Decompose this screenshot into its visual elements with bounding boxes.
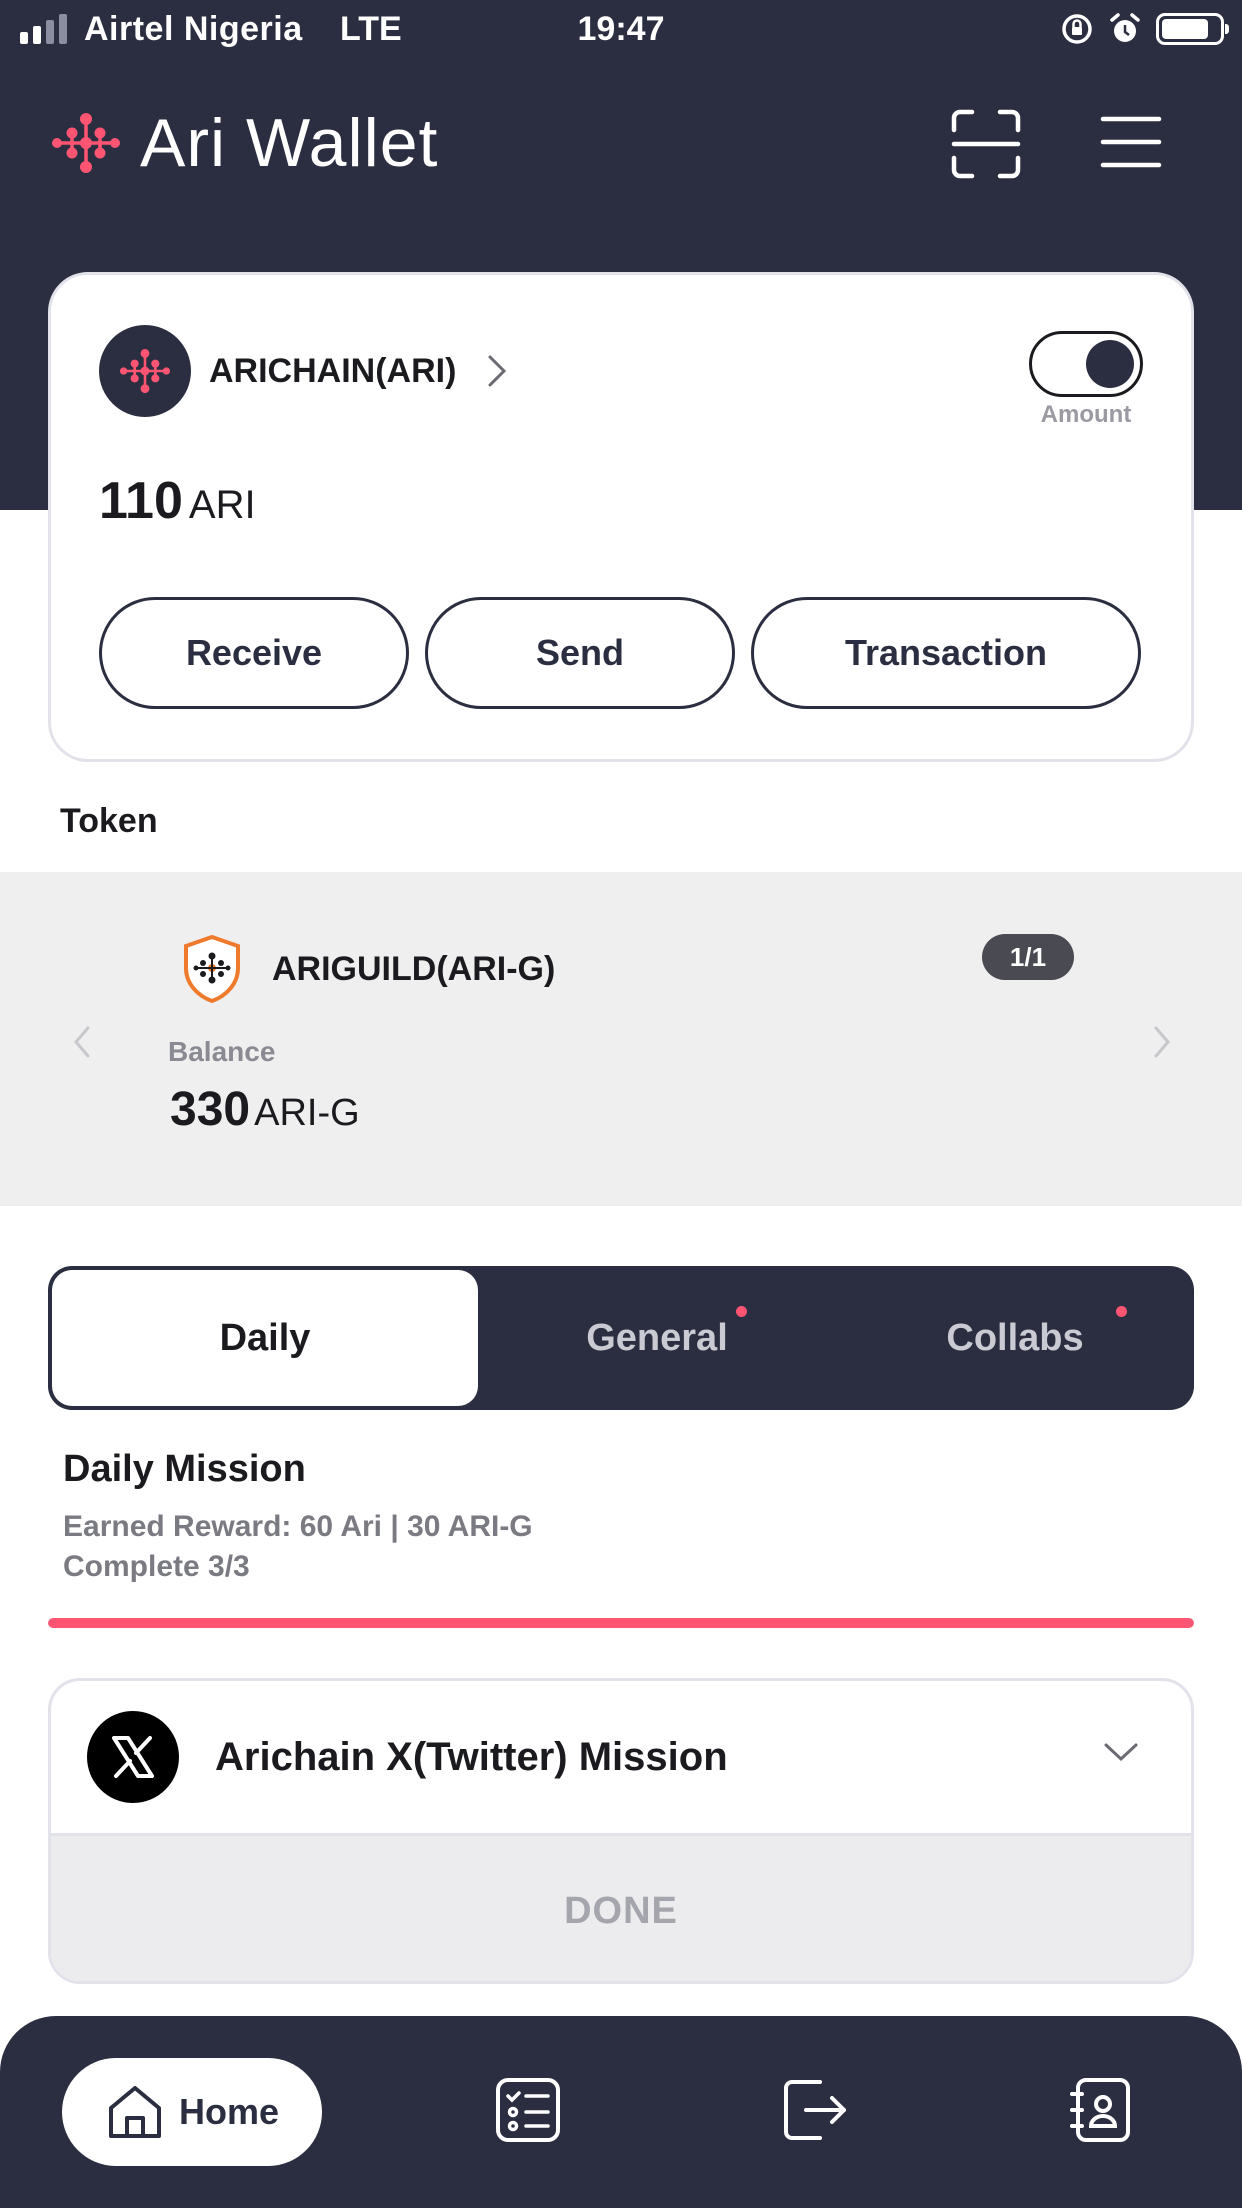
ariguild-shield-icon	[184, 934, 240, 1004]
amount-toggle[interactable]	[1029, 331, 1143, 397]
home-icon	[108, 2086, 161, 2138]
mission-tabs: Daily General Collabs	[48, 1266, 1194, 1410]
chain-selector[interactable]: ARICHAIN(ARI)	[99, 325, 508, 417]
notification-dot	[736, 1306, 747, 1317]
receive-button[interactable]: Receive	[99, 597, 409, 709]
mission-done-button[interactable]: DONE	[51, 1833, 1191, 1981]
app-bar: Ari Wallet	[0, 90, 1242, 200]
carousel-next-icon[interactable]	[1150, 1022, 1174, 1062]
wallet-balance: 110 ARI	[99, 471, 256, 531]
chevron-down-icon[interactable]	[1103, 1741, 1139, 1763]
tab-collabs-label: Collabs	[946, 1316, 1084, 1359]
tab-general-label: General	[586, 1316, 728, 1359]
mission-complete: Complete 3/3	[63, 1550, 250, 1583]
token-section-label: Token	[60, 802, 158, 840]
status-bar: Airtel Nigeria LTE 19:47	[0, 0, 1242, 62]
task-list-icon[interactable]	[492, 2074, 564, 2146]
tab-general[interactable]: General	[478, 1266, 836, 1410]
mission-name: Arichain X(Twitter) Mission	[215, 1735, 728, 1779]
token-name: ARIGUILD(ARI-G)	[272, 949, 556, 988]
nav-home-label: Home	[178, 2091, 280, 2132]
alarm-icon	[1110, 13, 1140, 42]
tab-daily[interactable]: Daily	[52, 1270, 478, 1406]
carousel-prev-icon[interactable]	[70, 1022, 94, 1062]
chain-name: ARICHAIN(ARI)	[209, 351, 457, 390]
ari-logo-icon	[52, 113, 120, 173]
token-balance-label: Balance	[168, 1036, 276, 1067]
wallet-balance-unit: ARI	[188, 483, 256, 527]
mission-progress-fill	[48, 1618, 1194, 1628]
mission-card-header[interactable]: Arichain X(Twitter) Mission	[51, 1681, 1191, 1833]
mission-done-label: DONE	[564, 1890, 678, 1932]
token-balance-unit: ARI-G	[254, 1092, 360, 1134]
menu-icon[interactable]	[1100, 114, 1162, 170]
mission-reward: Earned Reward: 60 Ari | 30 ARI-G	[63, 1510, 533, 1543]
bottom-nav: Home	[0, 2016, 1242, 2208]
status-time: 19:47	[577, 10, 665, 48]
brand: Ari Wallet	[48, 104, 438, 182]
transaction-button[interactable]: Transaction	[751, 597, 1141, 709]
contacts-icon[interactable]	[1064, 2074, 1136, 2146]
token-balance-value: 330	[170, 1083, 251, 1136]
amount-toggle-label: Amount	[1040, 401, 1132, 428]
token-balance: 330 ARI-G	[170, 1082, 360, 1137]
chevron-right-icon	[488, 355, 507, 387]
mission-title: Daily Mission	[63, 1448, 306, 1490]
page-indicator: 1/1	[982, 934, 1074, 980]
notification-dot	[1116, 1306, 1127, 1317]
nav-home[interactable]: Home	[62, 2058, 322, 2166]
exit-icon[interactable]	[778, 2074, 850, 2146]
amount-toggle-group: Amount	[1029, 331, 1143, 429]
arichain-logo-icon	[99, 325, 191, 417]
wallet-actions: Receive Send Transaction	[99, 597, 1141, 709]
x-twitter-icon	[87, 1711, 179, 1803]
mission-card: Arichain X(Twitter) Mission DONE	[48, 1678, 1194, 1984]
tab-collabs[interactable]: Collabs	[836, 1266, 1194, 1410]
tab-daily-label: Daily	[219, 1316, 311, 1359]
rotation-lock-icon	[1062, 14, 1092, 44]
battery-icon	[1156, 13, 1229, 45]
mission-progress-bar	[48, 1618, 1194, 1628]
wallet-card: ARICHAIN(ARI) Amount 110 ARI Receive Send…	[48, 272, 1194, 762]
app-title: Ari Wallet	[140, 105, 439, 181]
token-carousel: ARIGUILD(ARI-G) 1/1 Balance 330 ARI-G	[0, 872, 1242, 1206]
scan-icon[interactable]	[950, 108, 1022, 180]
send-button[interactable]: Send	[425, 597, 735, 709]
token-header: ARIGUILD(ARI-G)	[182, 934, 555, 1004]
wallet-balance-value: 110	[99, 472, 183, 530]
